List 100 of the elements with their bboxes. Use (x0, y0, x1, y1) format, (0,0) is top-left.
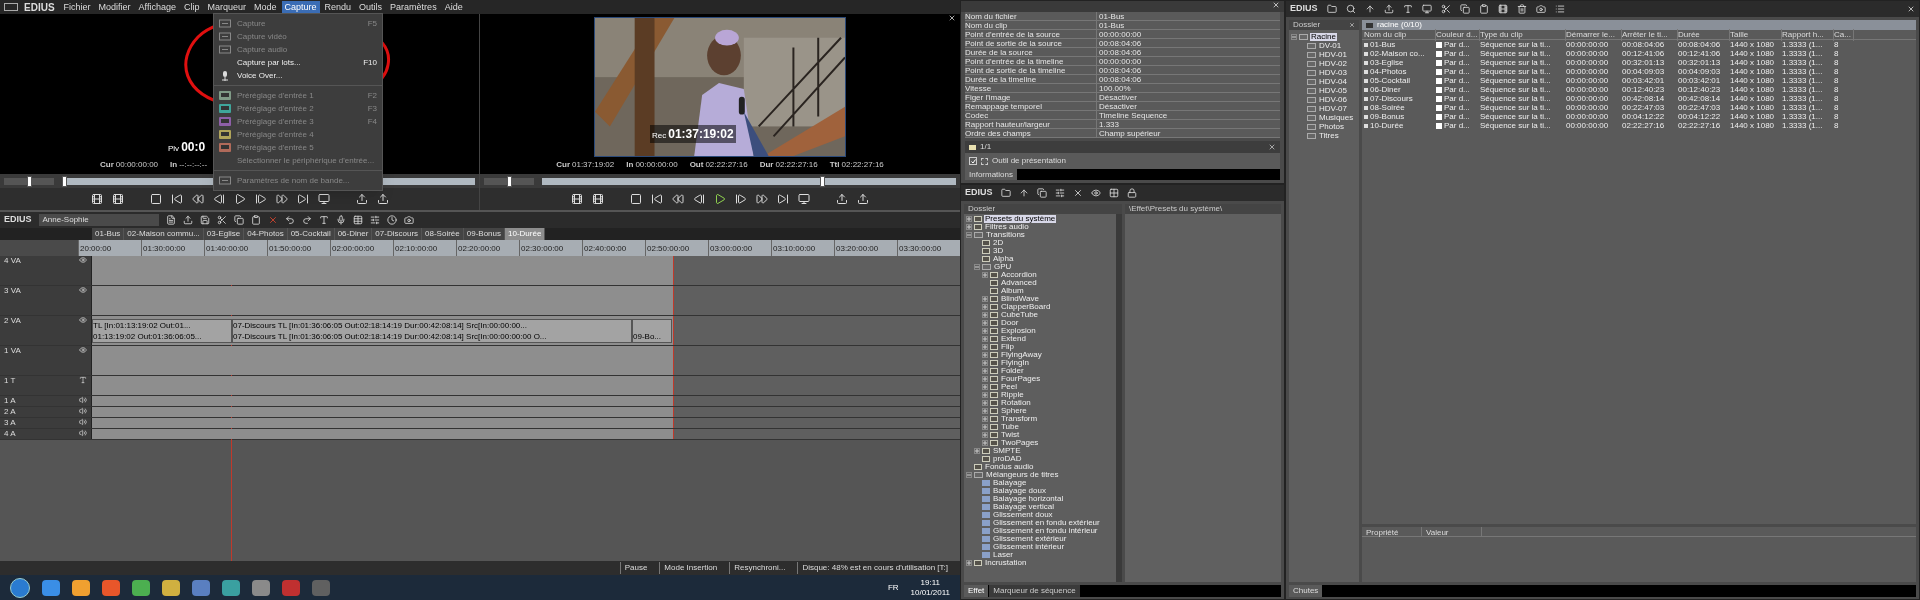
tree-item[interactable]: Peel (1000, 383, 1018, 391)
expand-toggle[interactable] (966, 216, 972, 222)
expand-toggle[interactable] (982, 376, 988, 382)
clip-row[interactable]: 02-Maison co... Par d... Séquence sur la ti... 00:00:00:00 00:12:41:06 00:12:41:06 1440 x 1080 1.3333 (1... 8 (1362, 49, 1916, 58)
step-back-icon[interactable] (693, 193, 705, 205)
sequence-tab[interactable]: 10-Durée (505, 228, 546, 240)
rewind-icon[interactable] (672, 193, 684, 205)
tree-item[interactable]: Presets du système (984, 215, 1057, 223)
sequence-tab[interactable]: 05-Cocktail (287, 228, 335, 240)
skip-forward-icon[interactable] (777, 193, 789, 205)
paste-icon[interactable] (250, 215, 261, 225)
menu-item[interactable]: Modifier (95, 0, 134, 14)
app-icon[interactable] (132, 579, 150, 596)
tree-item[interactable]: Balayage (992, 479, 1028, 487)
tree-item[interactable]: Musiques (1318, 113, 1355, 122)
tree-item[interactable]: Accordion (1000, 271, 1038, 279)
delete-icon[interactable] (1072, 188, 1083, 198)
app-icon[interactable] (72, 579, 90, 596)
expand-toggle[interactable] (982, 352, 988, 358)
column-header[interactable]: Valeur (1422, 527, 1482, 536)
app-icon[interactable] (222, 579, 240, 596)
insert-icon[interactable] (836, 193, 848, 205)
sequence-tab[interactable]: 02-Maison commu... (124, 228, 204, 240)
column-header[interactable]: Couleur d... (1436, 28, 1480, 41)
tree-item[interactable]: Glissement en fondu extérieur (992, 519, 1101, 527)
app-icon[interactable] (42, 579, 60, 596)
copy-icon[interactable] (233, 215, 244, 225)
column-header[interactable]: Propriété (1362, 527, 1422, 536)
tree-item[interactable]: Glissement en fondu intérieur (992, 527, 1099, 535)
expand-toggle[interactable] (982, 272, 988, 278)
play-icon[interactable] (233, 193, 246, 205)
collapse-toggle[interactable] (966, 232, 972, 238)
title-icon[interactable] (1402, 4, 1413, 14)
menu-item[interactable]: Clip (180, 0, 203, 14)
expand-toggle[interactable] (982, 392, 988, 398)
capture-icon[interactable] (1535, 4, 1546, 14)
tree-item[interactable]: Extend (1000, 335, 1027, 343)
up-icon[interactable] (1018, 188, 1029, 198)
slider-thumb[interactable] (62, 175, 67, 187)
tree-item[interactable]: Folder (1000, 367, 1025, 375)
clock-icon[interactable] (386, 215, 397, 225)
search-icon[interactable] (1345, 4, 1356, 14)
slider-thumb[interactable] (506, 175, 512, 187)
menu-item[interactable]: Marqueur (204, 0, 249, 14)
menu-item[interactable]: Rendu (321, 0, 355, 14)
overwrite-icon[interactable] (376, 193, 389, 205)
menu-item[interactable]: Outils (356, 0, 386, 14)
rewind-icon[interactable] (191, 193, 204, 205)
lock-icon[interactable] (1126, 188, 1137, 198)
fast-forward-icon[interactable] (756, 193, 768, 205)
tree-item[interactable]: TwoPages (1000, 439, 1040, 447)
project-name-field[interactable]: Anne-Sophie (38, 214, 159, 226)
cut-icon[interactable] (1440, 4, 1451, 14)
column-header[interactable]: Ca... (1834, 28, 1854, 41)
tree-item[interactable]: HDV-06 (1318, 95, 1348, 104)
tree-item[interactable]: CubeTube (1000, 311, 1040, 319)
tree-item[interactable]: Glissement intérieur (992, 543, 1066, 551)
tree-item[interactable]: Balayage horizontal (992, 495, 1065, 503)
tree-item[interactable]: Rotation (1000, 399, 1032, 407)
folder-icon[interactable] (1000, 188, 1011, 198)
title-icon[interactable] (318, 215, 329, 225)
tree-item[interactable]: Advanced (1000, 279, 1038, 287)
fast-forward-icon[interactable] (275, 193, 288, 205)
column-header[interactable]: Arrêter le ti... (1622, 28, 1678, 41)
collapse-toggle[interactable] (966, 472, 972, 478)
tree-item[interactable]: GPU (993, 263, 1013, 271)
tree-item[interactable]: Twist (1000, 431, 1021, 439)
tree-item[interactable]: HDV-02 (1318, 59, 1348, 68)
view-icon[interactable] (1554, 4, 1565, 14)
menu-item[interactable]: Capture (281, 0, 320, 14)
collapse-toggle[interactable] (1291, 33, 1297, 40)
panel-tab[interactable]: Marqueur de séquence (989, 585, 1080, 597)
panel-tab[interactable]: Informations (965, 169, 1018, 180)
add-icon[interactable] (1383, 4, 1394, 14)
tree-item[interactable]: Balayage doux (992, 487, 1047, 495)
loop-icon[interactable] (798, 193, 810, 205)
expand-toggle[interactable] (982, 368, 988, 374)
step-forward-icon[interactable] (735, 193, 747, 205)
grid-icon[interactable] (352, 215, 363, 225)
tree-item[interactable]: Album (1000, 287, 1025, 295)
clip-row[interactable]: 09-Bonus Par d... Séquence sur la ti... 00:00:00:00 00:04:12:22 00:04:12:22 1440 x 1080 1.3333 (1... 8 (1362, 112, 1916, 121)
tree-item[interactable]: Filtres audio (984, 223, 1030, 231)
menu-item[interactable]: Mode (251, 0, 280, 14)
menu-item[interactable]: Aide (441, 0, 466, 14)
tree-item[interactable]: Tube (1000, 423, 1020, 431)
tree-item[interactable]: Ripple (1000, 391, 1025, 399)
tree-item[interactable]: FourPages (1000, 375, 1042, 383)
column-header[interactable]: Taille (1730, 28, 1782, 41)
expand-toggle[interactable] (982, 440, 988, 446)
tree-item[interactable]: Mélangeurs de titres (985, 471, 1060, 479)
view-icon[interactable] (1108, 188, 1119, 198)
clip[interactable]: 09-Bo... (632, 318, 672, 343)
skip-back-icon[interactable] (651, 193, 663, 205)
tree-item[interactable]: FlyingIn (1000, 359, 1030, 367)
step-forward-icon[interactable] (254, 193, 267, 205)
up-icon[interactable] (1364, 4, 1375, 14)
timeline-icon[interactable] (1497, 4, 1508, 14)
clip-row[interactable]: 05-Cocktail Par d... Séquence sur la ti... 00:00:00:00 00:03:42:01 00:03:42:01 1440 x 1080 1.3333 (1... 8 (1362, 76, 1916, 85)
tree-item[interactable]: HDV-03 (1318, 68, 1348, 77)
tree-item[interactable]: Sphere (1000, 407, 1028, 415)
